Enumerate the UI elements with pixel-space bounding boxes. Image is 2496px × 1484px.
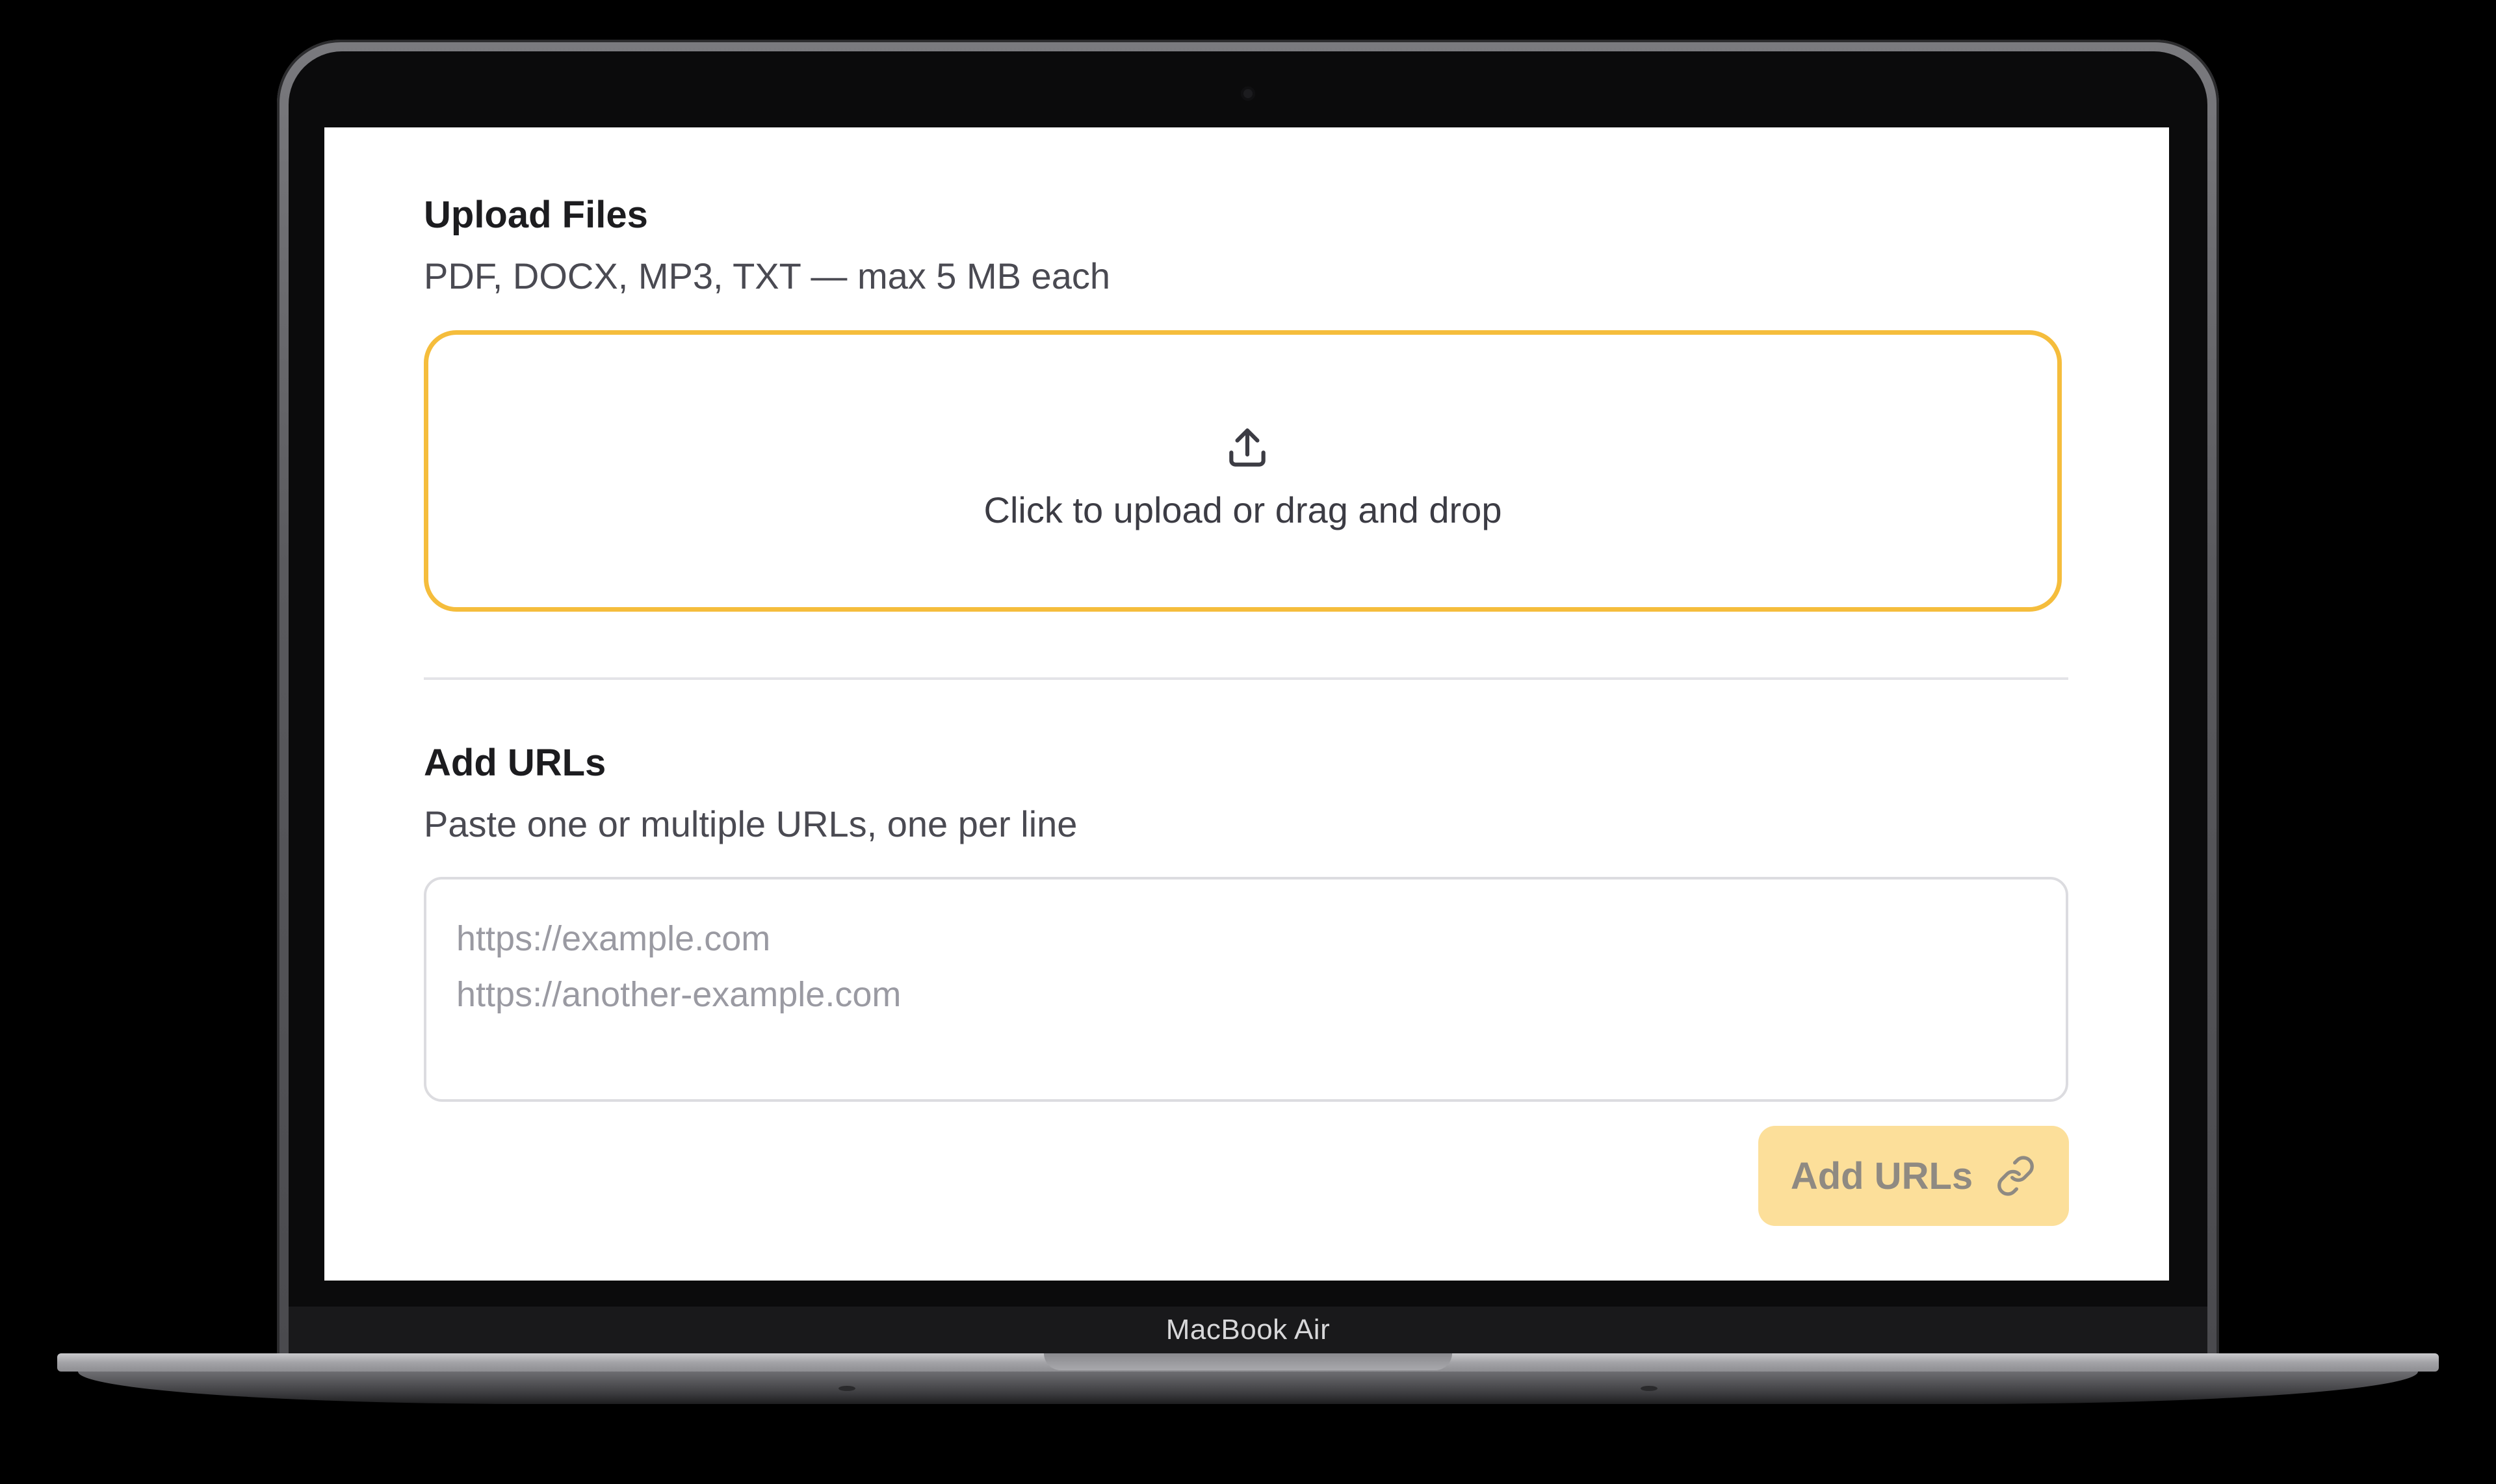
upload-section-subtitle: PDF, DOCX, MP3, TXT — max 5 MB each (424, 255, 1110, 296)
upload-icon (1229, 428, 1266, 467)
add-urls-button-label: Add URLs (1790, 1154, 1973, 1197)
laptop-base-lower (78, 1372, 2418, 1404)
laptop-foot (838, 1386, 855, 1391)
dropzone-text: Click to upload or drag and drop (983, 489, 1502, 530)
camera-icon (1241, 86, 1255, 101)
laptop-foot (1641, 1386, 1658, 1391)
app-screen: Upload Files PDF, DOCX, MP3, TXT — max 5… (324, 127, 2169, 1281)
section-divider (424, 677, 2068, 680)
urls-section-title: Add URLs (424, 742, 606, 784)
urls-textarea[interactable] (424, 877, 2068, 1102)
laptop-chin: MacBook Air (289, 1307, 2207, 1353)
urls-section-subtitle: Paste one or multiple URLs, one per line (424, 803, 1078, 844)
file-dropzone[interactable]: Click to upload or drag and drop (424, 330, 2062, 612)
add-urls-button[interactable]: Add URLs (1758, 1126, 2069, 1226)
stage: Upload Files PDF, DOCX, MP3, TXT — max 5… (0, 0, 2496, 1484)
device-label: MacBook Air (1165, 1314, 1331, 1346)
laptop-hinge-notch (1044, 1353, 1452, 1370)
upload-section-title: Upload Files (424, 194, 648, 236)
link-icon (1997, 1156, 2034, 1196)
